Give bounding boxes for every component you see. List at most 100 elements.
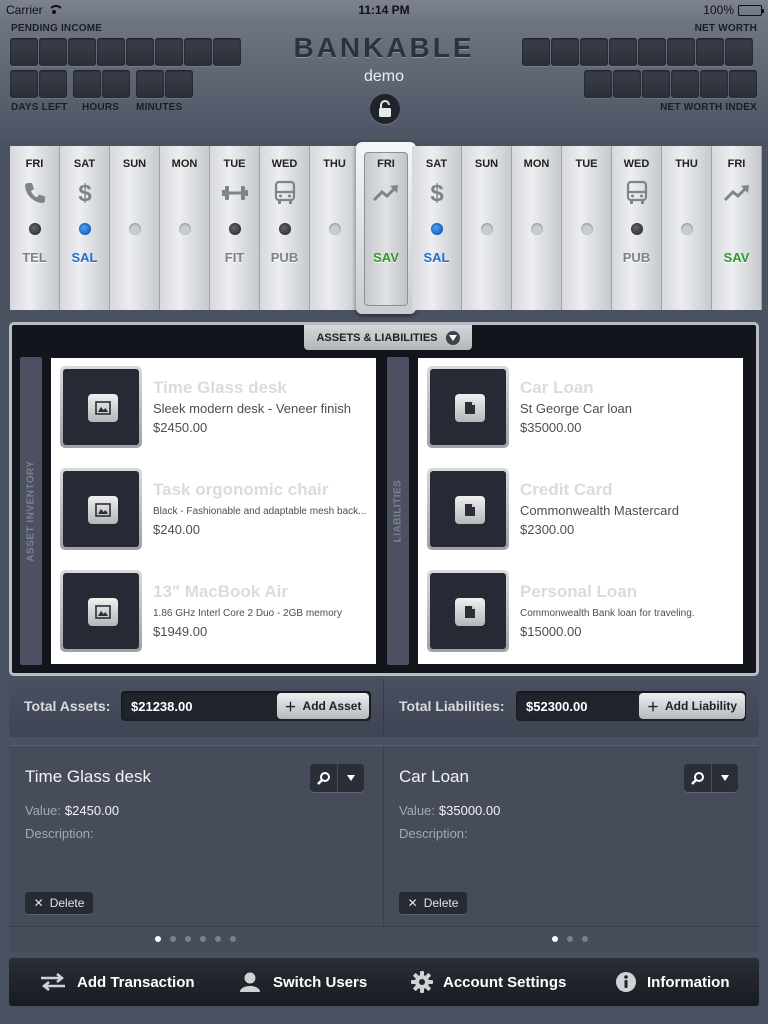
add-transaction-button[interactable]: Add Transaction — [39, 958, 195, 1006]
calendar-day-wed[interactable]: WED PUB — [612, 146, 662, 310]
liability-search-dropdown[interactable] — [684, 764, 738, 792]
add-liability-button[interactable]: ＋ Add Liability — [639, 693, 745, 719]
svg-text:$: $ — [78, 180, 92, 206]
add-asset-button[interactable]: ＋ Add Asset — [277, 693, 369, 719]
item-description: Sleek modern desk - Veneer finish — [153, 401, 351, 416]
list-item[interactable]: Credit Card Commonwealth Mastercard $2300.… — [418, 460, 743, 562]
item-thumbnail — [427, 468, 509, 550]
day-indicator-dot — [480, 223, 493, 235]
battery-icon — [738, 4, 764, 16]
asset-inventory-label: ASSET INVENTORY — [25, 460, 37, 562]
day-name: TUE — [223, 158, 246, 170]
page-dot[interactable] — [155, 936, 161, 942]
switch-users-button[interactable]: Switch Users — [239, 958, 367, 1006]
list-item[interactable]: 13" MacBook Air 1.86 GHz Interl Core 2 Du… — [51, 562, 376, 664]
day-category-code: SAV — [723, 250, 750, 265]
asset-list: Time Glass desk Sleek modern desk - Venee… — [51, 358, 376, 664]
calendar-day-mon[interactable]: MON — [512, 146, 562, 310]
calendar-day-wed[interactable]: WED PUB — [260, 146, 310, 310]
value-label: Value: — [25, 803, 61, 818]
page-dot[interactable] — [552, 936, 558, 942]
item-title: Personal Loan — [520, 582, 638, 601]
account-settings-label: Account Settings — [443, 973, 567, 991]
total-liabilities-label: Total Liabilities: — [399, 698, 505, 714]
status-time: 11:14 PM — [358, 3, 410, 17]
calendar-day-fri[interactable]: FRI SAV — [356, 142, 416, 314]
calendar-day-fri[interactable]: FRI SAV — [712, 146, 762, 310]
page-dot[interactable] — [185, 936, 191, 942]
day-category-code: SAL — [71, 250, 98, 265]
day-name: WED — [271, 158, 298, 170]
calendar-day-sat[interactable]: SAT $ SAL — [412, 146, 462, 310]
day-category-code: PUB — [270, 250, 299, 265]
net-worth-index-label: NET WORTH INDEX — [660, 102, 757, 113]
calendar-day-tue[interactable]: TUE — [562, 146, 612, 310]
liabilities-tab[interactable]: LIABILITIES — [387, 357, 409, 665]
day-indicator-dot — [530, 223, 543, 235]
document-icon — [455, 496, 485, 524]
asset-page-indicator[interactable] — [155, 936, 236, 942]
liability-list: Car Loan St George Car loan $35000.00 Credi… — [418, 358, 743, 664]
list-item[interactable]: Task orgonomic chair Black - Fashionable … — [51, 460, 376, 562]
list-item[interactable]: Personal Loan Commonwealth Bank loan for … — [418, 562, 743, 664]
item-thumbnail — [427, 366, 509, 448]
page-dot[interactable] — [215, 936, 221, 942]
liability-detail-title: Car Loan — [399, 767, 469, 786]
day-indicator-dot — [680, 223, 693, 235]
close-icon: ✕ — [33, 896, 44, 910]
page-dot[interactable] — [567, 936, 573, 942]
calendar-day-fri[interactable]: FRI TEL — [10, 146, 60, 310]
day-name: WED — [623, 158, 650, 170]
day-name: SAT — [73, 158, 96, 170]
day-category-code: FIT — [224, 250, 245, 265]
item-thumbnail — [60, 570, 142, 652]
total-assets-label: Total Assets: — [24, 698, 111, 714]
minutes-label: MINUTES — [136, 102, 183, 113]
asset-value: $2450.00 — [64, 803, 120, 818]
day-indicator-dot — [28, 223, 41, 235]
plus-icon: ＋ — [284, 699, 297, 714]
page-dot[interactable] — [230, 936, 236, 942]
panel-tab-toggle[interactable]: ASSETS & LIABILITIES — [304, 325, 472, 350]
calendar-day-tue[interactable]: TUE FIT — [210, 146, 260, 310]
asset-search-dropdown[interactable] — [310, 764, 364, 792]
liability-value-row: Value: $35000.00 — [399, 803, 500, 818]
chevron-down-icon — [338, 764, 364, 792]
delete-asset-button[interactable]: ✕ Delete — [25, 892, 93, 914]
switch-users-label: Switch Users — [273, 973, 368, 991]
calendar-day-sun[interactable]: SUN — [110, 146, 160, 310]
image-icon — [88, 598, 118, 626]
item-thumbnail — [60, 366, 142, 448]
list-item[interactable]: Time Glass desk Sleek modern desk - Venee… — [51, 358, 376, 460]
liability-description-label: Description: — [399, 826, 468, 841]
item-price: $1949.00 — [153, 624, 208, 639]
account-settings-button[interactable]: Account Settings — [411, 958, 566, 1006]
search-icon — [684, 764, 712, 792]
swap-arrows-icon — [41, 973, 65, 991]
net-worth-index-display — [584, 70, 757, 98]
status-right: 100% — [703, 3, 764, 17]
calendar-day-mon[interactable]: MON — [160, 146, 210, 310]
lock-button[interactable] — [370, 94, 400, 124]
calendar-day-thu[interactable]: THU — [310, 146, 360, 310]
delete-label: Delete — [423, 896, 459, 910]
day-name: MON — [523, 158, 550, 170]
net-worth-label: NET WORTH — [694, 23, 757, 34]
calendar-day-sun[interactable]: SUN — [462, 146, 512, 310]
liability-page-indicator[interactable] — [552, 936, 588, 942]
page-dot[interactable] — [200, 936, 206, 942]
calendar-day-thu[interactable]: THU — [662, 146, 712, 310]
chevron-down-icon — [712, 764, 738, 792]
page-dot[interactable] — [170, 936, 176, 942]
day-category-code: PUB — [622, 250, 651, 265]
list-item[interactable]: Car Loan St George Car loan $35000.00 — [418, 358, 743, 460]
page-dot[interactable] — [582, 936, 588, 942]
day-category-code: TEL — [22, 250, 47, 265]
information-button[interactable]: Information — [615, 958, 730, 1006]
day-name: FRI — [377, 158, 395, 170]
day-indicator-dot — [430, 223, 443, 235]
delete-liability-button[interactable]: ✕ Delete — [399, 892, 467, 914]
calendar-day-sat[interactable]: SAT $ SAL — [60, 146, 110, 310]
day-indicator-dot — [580, 223, 593, 235]
asset-inventory-tab[interactable]: ASSET INVENTORY — [20, 357, 42, 665]
